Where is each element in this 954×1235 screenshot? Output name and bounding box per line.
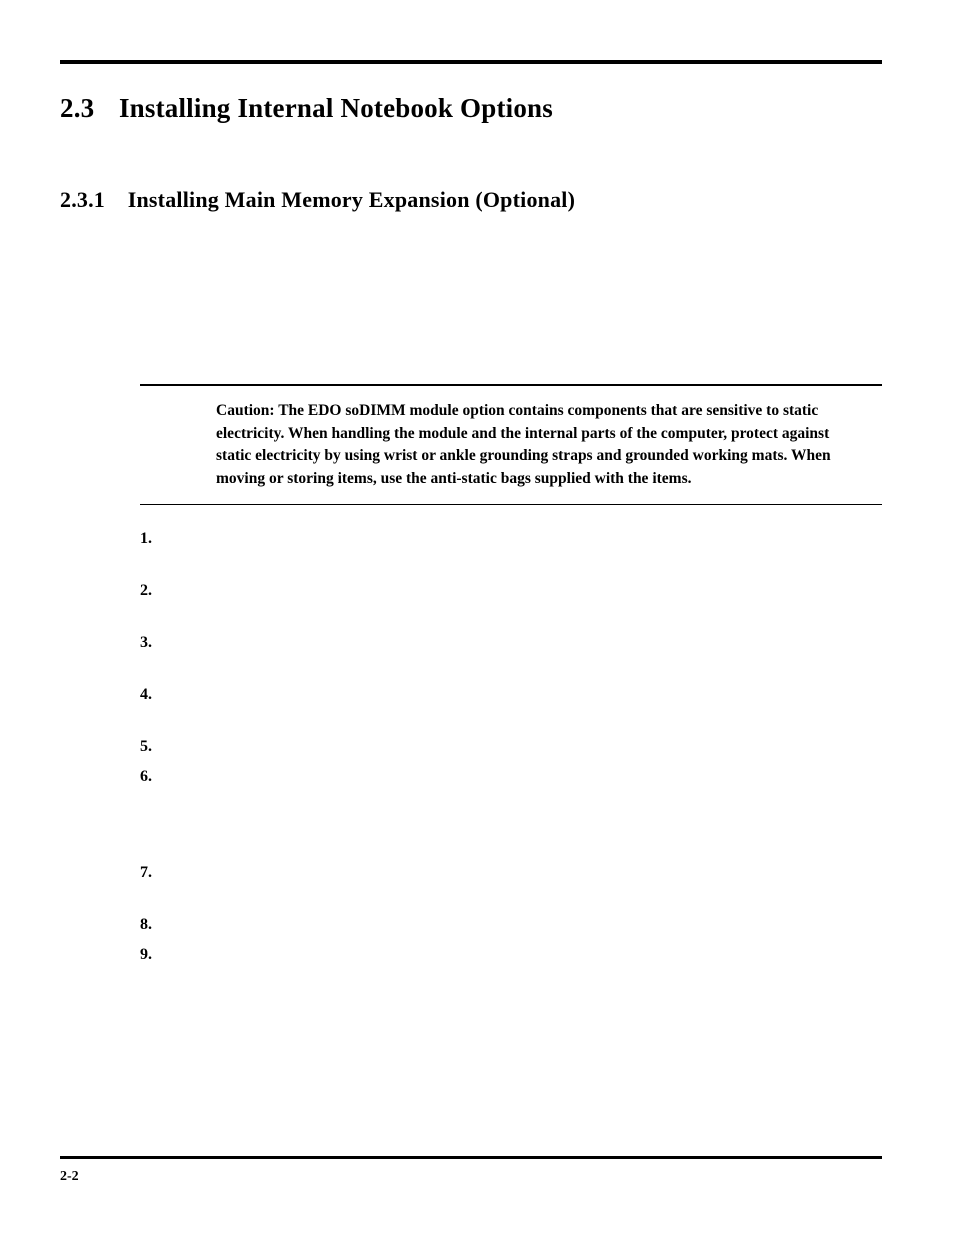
- step-3: 3.: [140, 631, 882, 657]
- caution-text: Caution: The EDO soDIMM module option co…: [216, 400, 862, 490]
- step-marker: 8.: [140, 913, 152, 937]
- intro-paragraph: [140, 284, 882, 356]
- subsection-title: Installing Main Memory Expansion (Option…: [128, 187, 575, 212]
- step-7: 7.: [140, 861, 882, 887]
- footer-row: 2-2: [60, 1169, 882, 1185]
- subsection-heading: 2.3.1 Installing Main Memory Expansion (…: [60, 186, 882, 215]
- caution-body: The EDO soDIMM module option contains co…: [216, 402, 831, 486]
- page-number: 2-2: [60, 1169, 79, 1185]
- step-marker: 1.: [140, 527, 152, 551]
- step-8: 8.: [140, 913, 882, 939]
- section-title: Installing Internal Notebook Options: [119, 93, 553, 123]
- footer-title: [879, 1169, 883, 1185]
- step-marker: 2.: [140, 579, 152, 603]
- step-4: 4.: [140, 683, 882, 709]
- step-9: 9.: [140, 943, 882, 969]
- page: 2.3 Installing Internal Notebook Options…: [0, 0, 954, 1235]
- section-heading: 2.3 Installing Internal Notebook Options: [60, 92, 882, 126]
- step-marker: 6.: [140, 765, 152, 789]
- bottom-rule: [60, 1156, 882, 1159]
- step-marker: 3.: [140, 631, 152, 655]
- top-rule: [60, 60, 882, 64]
- step-marker: 9.: [140, 943, 152, 967]
- step-marker: 7.: [140, 861, 152, 885]
- step-marker: 4.: [140, 683, 152, 707]
- step-6: 6.: [140, 765, 882, 791]
- caution-label: Caution:: [216, 402, 275, 419]
- step-1: 1.: [140, 527, 882, 553]
- footer: 2-2: [60, 1156, 882, 1185]
- step-2: 2.: [140, 579, 882, 605]
- subsection-number: 2.3.1: [60, 186, 122, 215]
- caution-block: Caution: The EDO soDIMM module option co…: [140, 384, 882, 505]
- step-5: 5.: [140, 735, 882, 761]
- step-list: 1. 2. 3. 4. 5. 6. 7. 8. 9.: [140, 527, 882, 969]
- step-marker: 5.: [140, 735, 152, 759]
- section-number: 2.3: [60, 92, 112, 126]
